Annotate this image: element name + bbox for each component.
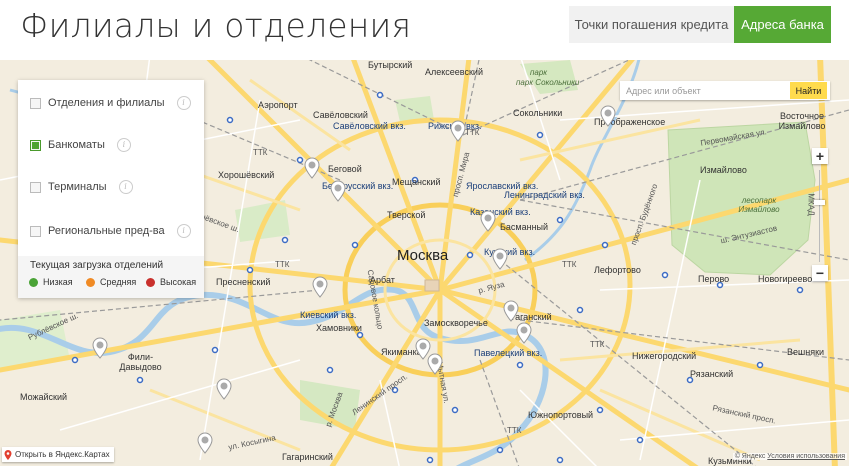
district-label: Восточное Измайлово [778, 111, 826, 131]
filter-panel: Отделения и филиалы i Банкоматы i Термин… [18, 80, 204, 298]
filter-branches-checkbox[interactable] [30, 97, 41, 109]
filter-label: Региональные пред-ва [48, 225, 165, 237]
district-label: Вешняки [787, 347, 825, 357]
street-label: ТТК [562, 260, 577, 269]
atm-marker[interactable] [427, 353, 443, 375]
street-label: ТТК [465, 128, 480, 137]
district-label: Хамовники [316, 323, 362, 333]
bank-addresses-button[interactable]: Адреса банка [734, 6, 831, 43]
district-label: Можайский [20, 392, 68, 402]
filter-terminals[interactable]: Терминалы i [30, 179, 133, 195]
district-label: Мещанский [392, 177, 441, 187]
district-label: Южнопортовый [528, 410, 594, 420]
district-label: Измайлово [700, 165, 747, 175]
district-label: Алексеевский [425, 67, 483, 77]
filter-label: Банкоматы [48, 139, 105, 151]
copyright-text: © Яндекс [734, 453, 766, 460]
filter-regional-checkbox[interactable] [30, 225, 41, 237]
open-in-yandex-maps-link[interactable]: Открыть в Яндекс.Картах [2, 447, 114, 462]
info-icon[interactable]: i [176, 96, 191, 110]
low-load-dot [29, 277, 38, 287]
zoom-in-button[interactable]: + [812, 148, 828, 164]
station-label: Савёловский вкз. [333, 121, 406, 131]
station-label: Ленинградский вкз. [504, 190, 585, 200]
district-label: Лефортово [594, 265, 641, 275]
park-label: лесопарк Измайлово [738, 196, 780, 214]
atm-marker[interactable] [480, 210, 496, 232]
high-load-dot [146, 277, 155, 287]
legend-high: Высокая [146, 277, 196, 287]
atm-marker[interactable] [492, 248, 508, 270]
atm-marker[interactable] [312, 276, 328, 298]
loan-repayment-points-button[interactable]: Точки погашения кредита [569, 6, 734, 43]
filter-label: Отделения и филиалы [48, 97, 165, 109]
station-label: Киевский вкз. [300, 310, 357, 320]
legend-medium: Средняя [86, 277, 136, 287]
atm-marker[interactable] [197, 432, 213, 454]
district-label: Новогиреево [758, 274, 813, 284]
district-label: Хорошёвский [218, 170, 275, 180]
district-label: Аэропорт [258, 100, 298, 110]
filter-terminals-checkbox[interactable] [30, 181, 41, 193]
branch-load-legend: Текущая загрузка отделений Низкая Средня… [18, 256, 204, 298]
street-label: ТТК [507, 426, 522, 435]
load-legend-title: Текущая загрузка отделений [30, 260, 164, 271]
filter-label: Терминалы [48, 181, 107, 193]
address-search-input[interactable] [620, 81, 782, 100]
legend-label: Низкая [43, 277, 73, 287]
street-label: ТТК [253, 148, 268, 157]
park-label: парк Сокольники [516, 78, 580, 87]
city-label: Москва [397, 247, 449, 264]
page-header: Филиалы и отделения Точки погашения кред… [0, 0, 849, 60]
street-label: ТТК [590, 340, 605, 349]
district-label: Гагаринский [282, 452, 333, 462]
district-label: Тверской [387, 210, 426, 220]
yandex-pin-icon [4, 449, 12, 460]
atm-marker[interactable] [503, 300, 519, 322]
district-label: Беговой [328, 164, 362, 174]
district-label: Сокольники [513, 108, 563, 118]
district-label: Басманный [500, 222, 549, 232]
zoom-slider-track[interactable] [819, 170, 820, 262]
district-label: Перово [698, 274, 730, 284]
map-copyright: © Яндекс Условия использования [732, 453, 847, 460]
open-in-yandex-label: Открыть в Яндекс.Картах [15, 450, 110, 459]
medium-load-dot [86, 277, 95, 287]
filter-atms[interactable]: Банкоматы i [30, 137, 131, 153]
zoom-out-button[interactable]: − [812, 265, 828, 281]
district-label: Нижегородский [632, 351, 697, 361]
filter-atms-checkbox[interactable] [30, 139, 41, 151]
legend-label: Высокая [160, 277, 197, 287]
district-label: Савёловский [313, 110, 368, 120]
terms-of-use-link[interactable]: Условия использования [767, 453, 845, 460]
info-icon[interactable]: i [116, 138, 131, 152]
atm-marker[interactable] [216, 378, 232, 400]
info-icon[interactable]: i [176, 224, 191, 238]
info-icon[interactable]: i [118, 180, 133, 194]
search-button[interactable]: Найти [790, 82, 827, 99]
district-label: Пресненский [216, 277, 271, 287]
zoom-slider-handle[interactable] [814, 200, 825, 205]
station-label: Павелецкий вкз. [474, 348, 543, 358]
atm-marker[interactable] [450, 120, 466, 142]
district-label: Бутырский [368, 60, 413, 70]
district-label: Рязанский [690, 369, 734, 379]
atm-marker[interactable] [600, 105, 616, 127]
district-label: Фили-Давыдово [119, 352, 162, 372]
filter-regional[interactable]: Региональные пред-ва i [30, 223, 191, 239]
district-label: Замоскворечье [424, 318, 488, 328]
atm-marker[interactable] [330, 180, 346, 202]
map-search: Найти [620, 81, 830, 100]
park-label: парк [530, 68, 548, 77]
atm-marker[interactable] [92, 337, 108, 359]
legend-label: Средняя [100, 277, 137, 287]
filter-branches[interactable]: Отделения и филиалы i [30, 95, 191, 111]
page-title: Филиалы и отделения [20, 6, 412, 45]
atm-marker[interactable] [516, 322, 532, 344]
atm-marker[interactable] [304, 157, 320, 179]
street-label: ТТК [275, 260, 290, 269]
legend-low: Низкая [29, 277, 73, 287]
